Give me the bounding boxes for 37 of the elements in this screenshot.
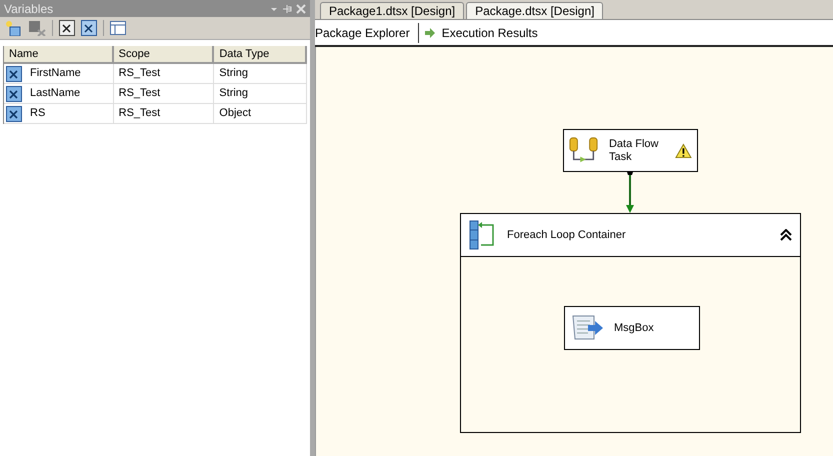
table-cell: RS_Test [114,84,214,103]
container-label: Foreach Loop Container [507,228,627,243]
document-tab[interactable]: Package.dtsx [Design] [466,2,604,19]
delete-variable-icon[interactable] [28,20,46,36]
column-header[interactable]: Data Type [214,46,308,64]
precedence-arrow [625,172,635,213]
task-box[interactable]: MsgBox [564,306,700,350]
arrow-icon [424,28,435,38]
task-label: MsgBox [614,320,654,336]
document-tab[interactable]: Package1.dtsx [Design] [320,2,464,19]
task-box[interactable]: Data Flow Task [563,129,698,172]
task-label: Data Flow Task [608,138,660,164]
variable-icon[interactable] [59,20,75,36]
table-cell: RS_Test [114,64,214,83]
column-header[interactable]: Scope [114,46,214,64]
variable-icon[interactable] [81,20,97,36]
collapse-icon[interactable] [780,229,792,241]
table-cell-text: FirstName [30,66,81,82]
close-icon[interactable] [296,4,306,14]
table-cell: RS_Test [114,104,214,123]
container-box[interactable]: Foreach Loop Container MsgBox [460,213,801,433]
variable-icon [6,66,22,82]
foreach-loop-icon [469,220,495,250]
designer-tab[interactable]: Package Explorer [315,22,419,42]
table-cell-text: LastName [30,86,80,102]
table-cell: Object [214,104,307,123]
table-cell: String [214,64,307,83]
variable-icon [6,86,22,102]
table-cell: String [214,84,307,103]
column-header[interactable]: Name [4,46,114,64]
pin-icon[interactable] [282,4,292,14]
add-variable-icon[interactable] [4,20,22,36]
designer-tab[interactable]: Execution Results [418,22,544,42]
variable-icon [6,106,22,122]
columns-icon[interactable] [110,21,126,35]
panel-title: Variables [4,0,54,18]
table-cell-text: RS [30,106,46,122]
